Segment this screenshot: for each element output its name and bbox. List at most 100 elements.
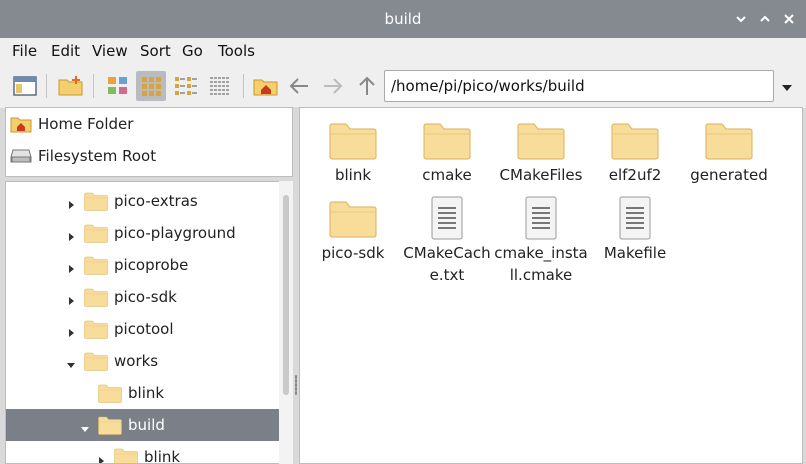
tree-item-label: picotool [114, 320, 174, 338]
place-label: Filesystem Root [38, 147, 157, 165]
text-file-icon [588, 196, 682, 242]
place-home-folder[interactable]: Home Folder [10, 112, 133, 136]
tree-item[interactable]: blink [6, 441, 280, 464]
place-filesystem-root[interactable]: Filesystem Root [10, 144, 156, 168]
list-view-icon [210, 77, 230, 95]
expander-collapsed-icon[interactable] [96, 452, 106, 463]
scrollbar-thumb[interactable] [283, 195, 289, 395]
splitter-grip[interactable] [295, 375, 297, 395]
expander-collapsed-icon[interactable] [66, 228, 76, 241]
tree-item[interactable]: pico-playground [6, 217, 280, 249]
minimize-icon[interactable] [734, 12, 748, 26]
menu-edit[interactable]: Edit [51, 42, 80, 60]
expander-expanded-icon[interactable] [66, 356, 76, 368]
menu-file[interactable]: File [12, 42, 37, 60]
places-pane: Home Folder Filesystem Root [5, 107, 293, 177]
file-name: Makefile [603, 244, 667, 262]
tree-item[interactable]: pico-extras [6, 185, 280, 217]
tree-item-label: picoprobe [114, 256, 189, 274]
tree-item-label: pico-sdk [114, 288, 177, 306]
text-file-icon [494, 196, 588, 242]
folder-item[interactable]: generated [682, 118, 776, 186]
path-input[interactable] [385, 71, 773, 101]
text-file-icon [400, 196, 494, 242]
compact-view-icon [175, 77, 197, 95]
maximize-icon[interactable] [758, 12, 772, 26]
folder-icon [84, 351, 108, 375]
tree-item[interactable]: picotool [6, 313, 280, 345]
menu-view[interactable]: View [92, 42, 128, 60]
folder-icon [84, 287, 108, 311]
folder-icon [84, 319, 108, 343]
file-item[interactable]: CMakeCache.txt [400, 196, 494, 286]
compact-view-button[interactable] [171, 71, 201, 101]
folder-item[interactable]: pico-sdk [306, 196, 400, 264]
tree-item[interactable]: pico-sdk [6, 281, 280, 313]
folder-item[interactable]: CMakeFiles [494, 118, 588, 186]
expander-expanded-icon[interactable] [80, 420, 90, 432]
folder-icon [682, 118, 776, 164]
tree-item-label: blink [128, 384, 165, 402]
folder-icon [306, 118, 400, 164]
expander-collapsed-icon[interactable] [66, 324, 76, 337]
tree-item-label: pico-extras [114, 192, 198, 210]
file-name: CMakeCache.txt [403, 244, 491, 284]
folder-icon [494, 118, 588, 164]
toolbar-separator [93, 74, 94, 98]
path-bar[interactable] [384, 70, 774, 102]
new-folder-button[interactable] [56, 71, 86, 101]
expander-collapsed-icon[interactable] [66, 292, 76, 305]
forward-button[interactable] [318, 71, 348, 101]
thumbnail-view-button[interactable] [103, 71, 133, 101]
icon-view-button[interactable] [136, 71, 166, 101]
new-window-button[interactable] [10, 71, 40, 101]
folder-icon [400, 118, 494, 164]
path-dropdown-button[interactable] [780, 80, 794, 92]
folder-icon [98, 415, 122, 439]
expander-collapsed-icon[interactable] [66, 260, 76, 273]
title-bar[interactable]: build [0, 0, 806, 38]
thumbnail-view-icon [108, 77, 127, 94]
tree-item[interactable]: build [6, 409, 280, 441]
folder-icon [84, 255, 108, 279]
menu-tools[interactable]: Tools [218, 42, 255, 60]
file-name: CMakeFiles [499, 166, 583, 184]
close-icon[interactable] [782, 12, 796, 26]
file-item[interactable]: Makefile [588, 196, 682, 264]
forward-icon [324, 78, 343, 94]
toolbar-separator [46, 74, 47, 98]
up-button[interactable] [352, 71, 382, 101]
file-name: pico-sdk [321, 244, 385, 262]
new-window-icon [13, 76, 37, 96]
tree-item-label: pico-playground [114, 224, 236, 242]
back-button[interactable] [284, 71, 314, 101]
folder-item[interactable]: cmake [400, 118, 494, 186]
expander-collapsed-icon[interactable] [66, 196, 76, 209]
folder-item[interactable]: blink [306, 118, 400, 186]
icon-view-icon [142, 77, 161, 96]
toolbar-separator [243, 74, 244, 98]
folder-item[interactable]: elf2uf2 [588, 118, 682, 186]
drive-icon [10, 149, 32, 163]
menu-sort[interactable]: Sort [140, 42, 171, 60]
list-view-button[interactable] [205, 71, 235, 101]
folder-icon [84, 191, 108, 215]
place-label: Home Folder [38, 115, 134, 133]
tree-item-label: blink [144, 448, 181, 464]
up-icon [359, 76, 375, 95]
tree-item-label: works [114, 352, 159, 370]
menu-bar: File Edit View Sort Go Tools [0, 38, 806, 64]
folder-icon [84, 223, 108, 247]
tree-scrollbar[interactable] [279, 181, 293, 464]
tree-item[interactable]: picoprobe [6, 249, 280, 281]
new-folder-icon [58, 76, 83, 96]
path-dropdown-icon [782, 85, 792, 91]
back-icon [289, 78, 308, 94]
file-item[interactable]: cmake_install.cmake [494, 196, 588, 286]
tree-item[interactable]: blink [6, 377, 280, 409]
file-name: cmake [422, 166, 472, 184]
menu-go[interactable]: Go [182, 42, 203, 60]
home-button[interactable] [251, 71, 281, 101]
tree-item[interactable]: works [6, 345, 280, 377]
window-title: build [384, 10, 422, 28]
